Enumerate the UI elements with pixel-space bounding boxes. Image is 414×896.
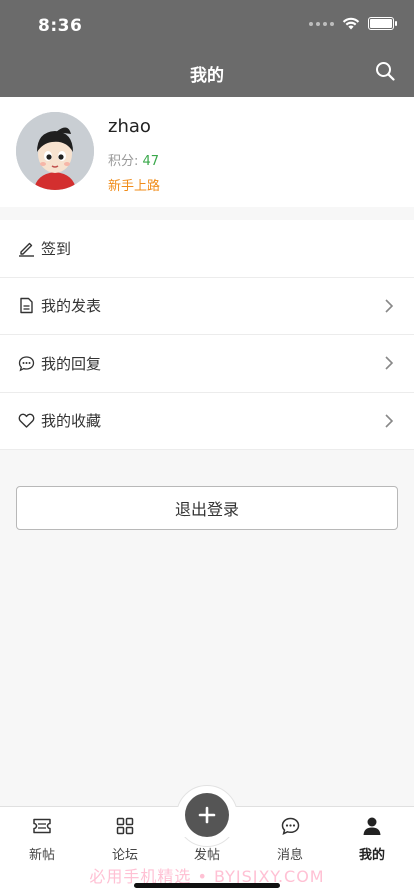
profile-card: zhao 积分: 47 新手上路 [0, 97, 414, 207]
tab-messages[interactable]: 消息 [260, 815, 320, 863]
grid-icon [95, 815, 155, 837]
battery-icon [368, 17, 397, 30]
pencil-icon [18, 240, 35, 257]
points-label: 积分: [108, 154, 139, 169]
chevron-right-icon [385, 356, 394, 370]
search-icon [376, 62, 395, 81]
heart-icon [18, 412, 35, 429]
tab-label: 消息 [276, 848, 303, 863]
tab-post-spacer [177, 815, 237, 837]
tab-label: 我的 [358, 848, 385, 863]
user-level: 新手上路 [108, 179, 161, 194]
menu-item-checkin[interactable]: 签到 [0, 220, 414, 278]
tab-new-posts[interactable]: 新帖 [12, 815, 72, 863]
tab-label: 新帖 [28, 848, 55, 863]
chat-bubble-icon [18, 355, 35, 372]
menu-item-label: 我的回复 [41, 354, 102, 373]
wifi-icon [342, 17, 360, 30]
tab-forum[interactable]: 论坛 [95, 815, 155, 863]
person-icon [342, 815, 402, 837]
home-indicator[interactable] [134, 883, 280, 888]
search-button[interactable] [372, 58, 398, 84]
tab-label: 发帖 [193, 848, 220, 863]
menu-item-my-posts[interactable]: 我的发表 [0, 278, 414, 335]
logout-button[interactable]: 退出登录 [16, 486, 398, 530]
chevron-right-icon [385, 299, 394, 313]
ticket-icon [12, 815, 72, 837]
menu-item-my-replies[interactable]: 我的回复 [0, 335, 414, 393]
status-icons [309, 17, 397, 30]
menu-list: 签到 我的发表 我的回复 我的收藏 [0, 220, 414, 450]
username: zhao [108, 116, 151, 137]
document-icon [18, 297, 35, 314]
top-bar: 8:36 我的 [0, 0, 414, 97]
tab-mine[interactable]: 我的 [342, 815, 402, 863]
avatar-image [16, 112, 94, 190]
signal-icon [309, 21, 334, 26]
menu-item-my-favorites[interactable]: 我的收藏 [0, 393, 414, 450]
menu-item-label: 我的收藏 [41, 412, 102, 431]
avatar[interactable] [16, 112, 94, 190]
menu-item-label: 我的发表 [41, 297, 102, 316]
message-icon [260, 815, 320, 837]
tab-label: 论坛 [111, 848, 138, 863]
menu-item-label: 签到 [41, 239, 72, 258]
status-time: 8:36 [38, 16, 83, 36]
tab-post[interactable]: 发帖 [177, 815, 237, 863]
points: 积分: 47 [108, 150, 159, 169]
main-content: zhao 积分: 47 新手上路 签到 我的发表 我的回复 我的收藏 退出登录 [0, 97, 414, 806]
tab-bar: 新帖 论坛 发帖 消息 我的 必用手机精选 • BYJSJXY.COM [0, 785, 414, 896]
chevron-right-icon [385, 414, 394, 428]
points-value: 47 [142, 154, 160, 169]
page-title: 我的 [190, 66, 224, 86]
